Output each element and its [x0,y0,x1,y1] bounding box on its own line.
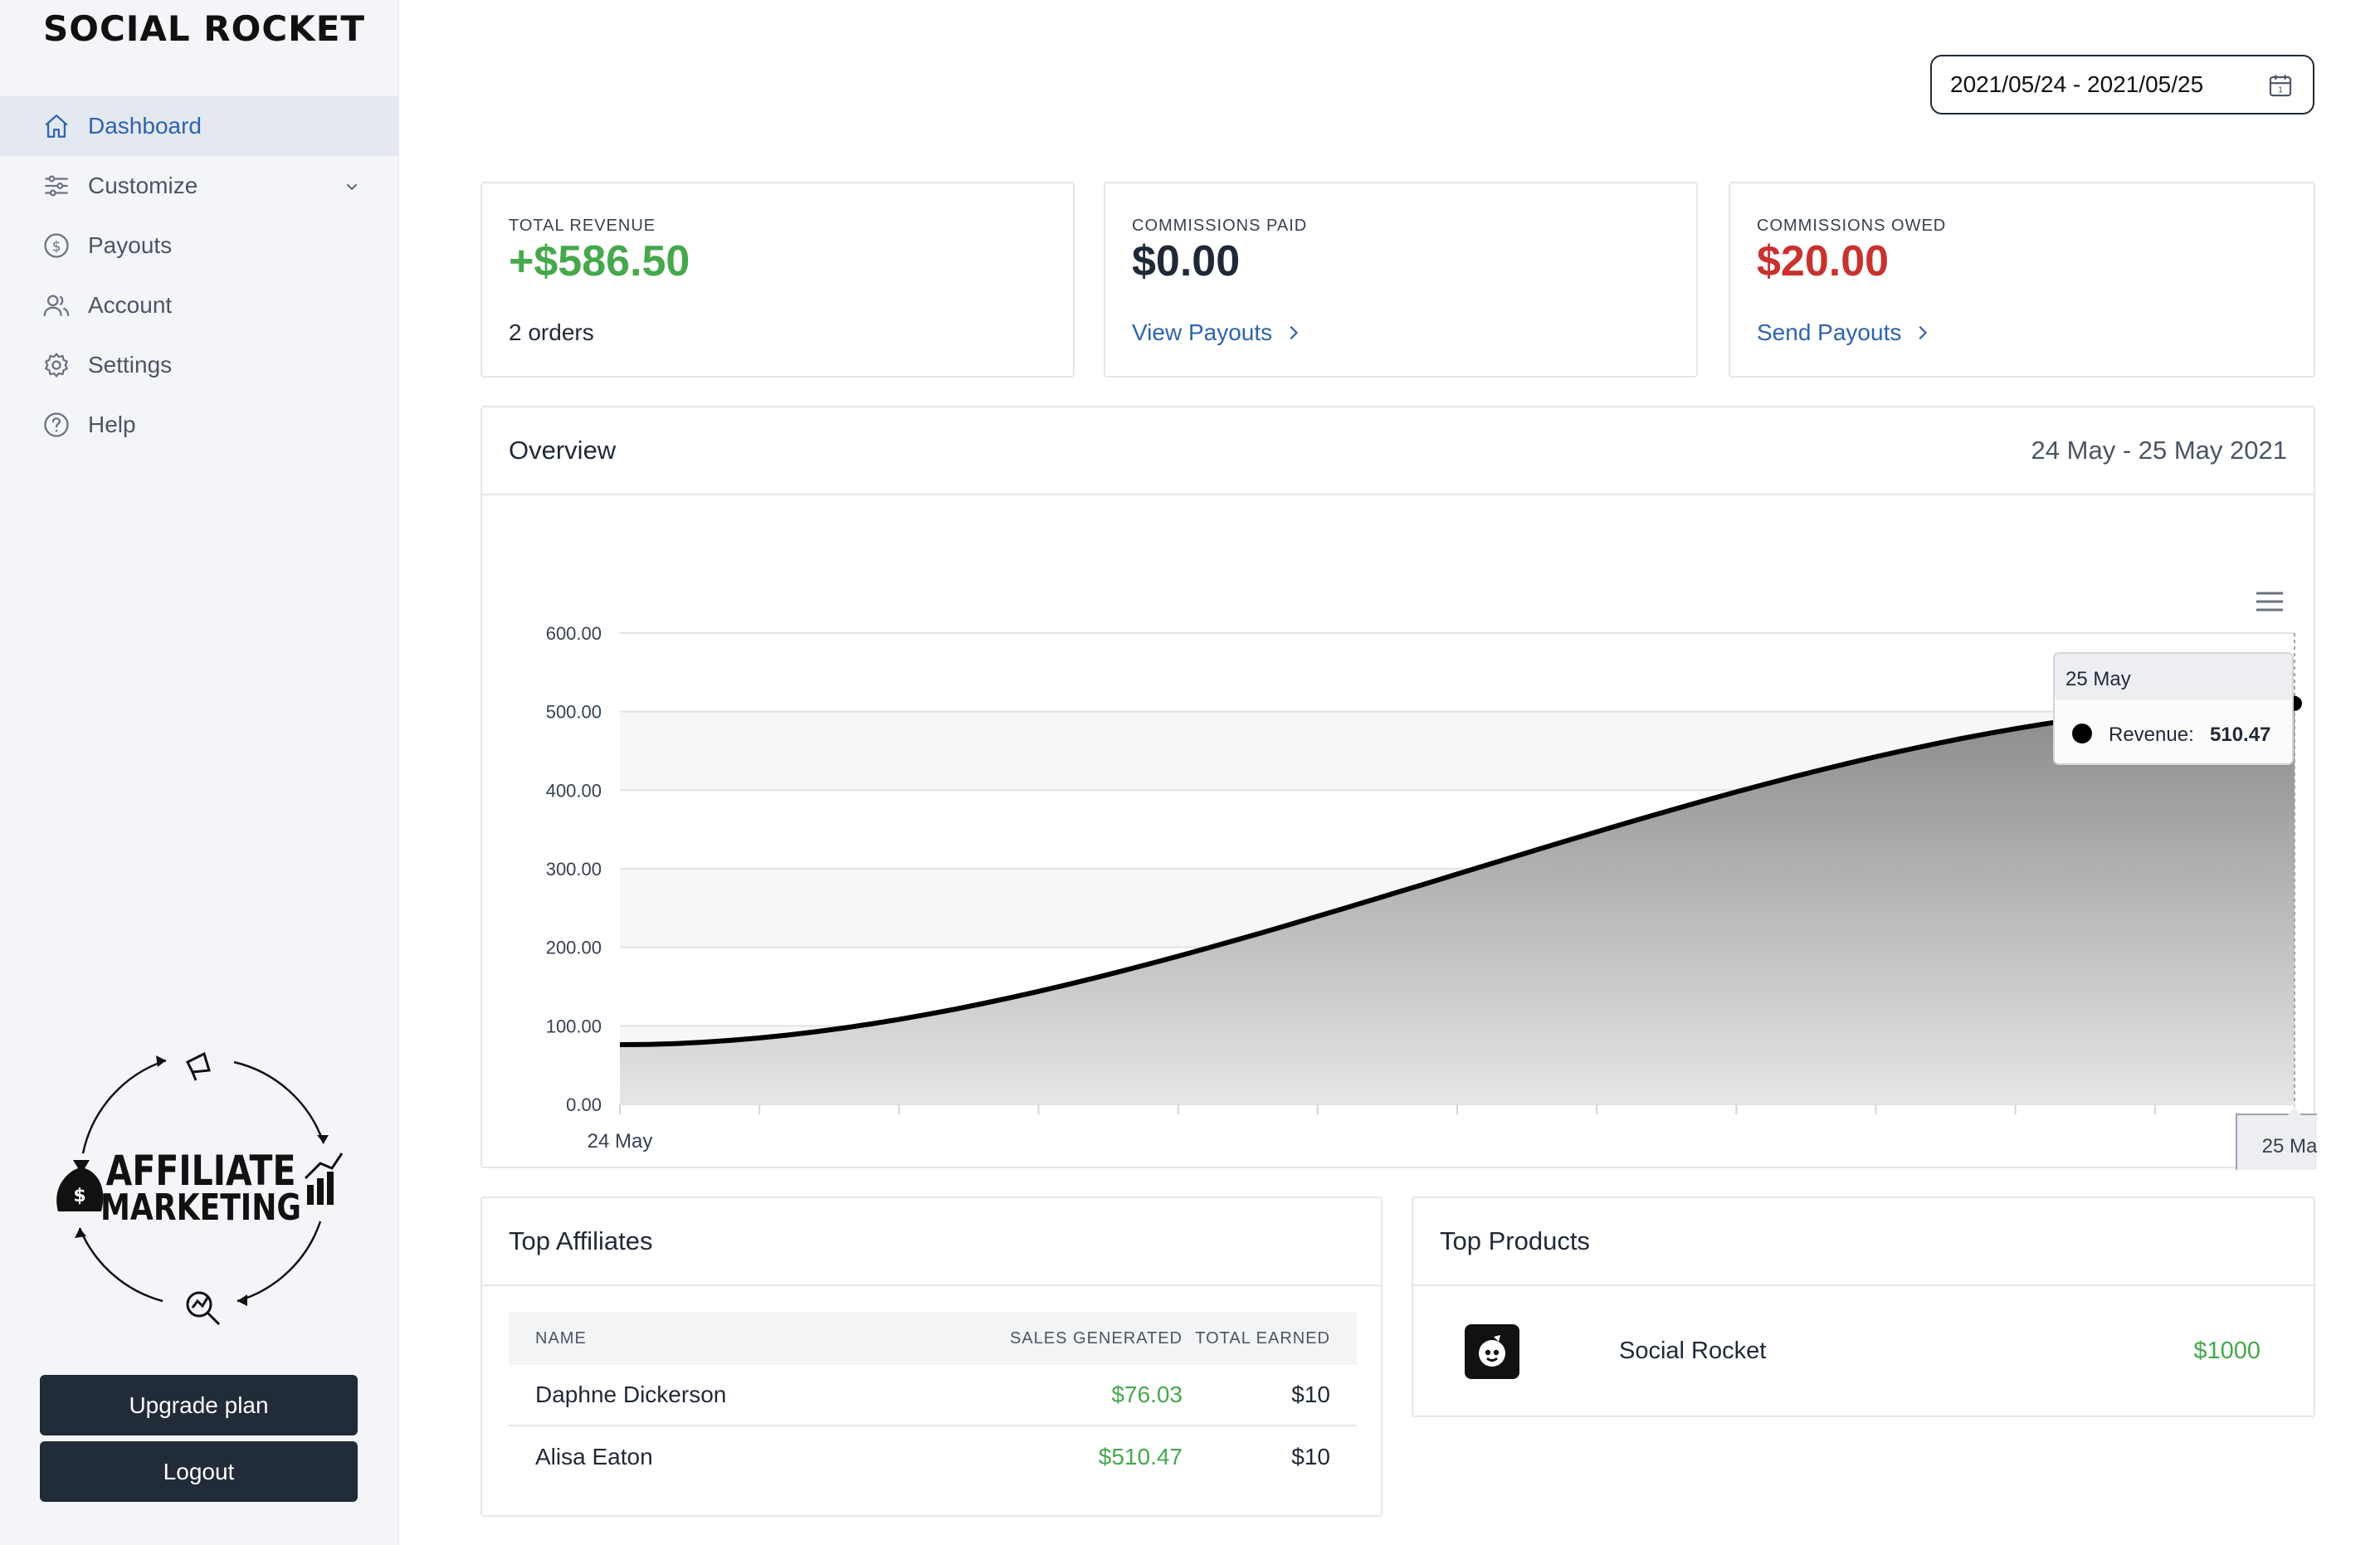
y-tick-label: 0.00 [566,1094,602,1115]
y-tick-label: 600.00 [546,623,602,644]
logout-button[interactable]: Logout [40,1441,358,1502]
sidebar-item-label: Customize [88,173,198,198]
column-header-name[interactable]: NAME [509,1329,934,1348]
y-tick-label: 400.00 [546,780,602,801]
stat-label: COMMISSIONS PAID [1132,217,1308,235]
sidebar-item-help[interactable]: Help [0,395,399,455]
product-name: Social Rocket [1619,1338,1767,1364]
affiliate-marketing-illustration: $ AFFILIATE MARKETING [56,1051,344,1326]
sidebar-item-label: Dashboard [88,113,202,139]
table-header: NAME SALES GENERATED TOTAL EARNED [509,1312,1357,1365]
sliders-icon [41,171,71,201]
top-affiliates-title: Top Affiliates [509,1226,653,1255]
top-products-title: Top Products [1440,1226,1590,1255]
table-row[interactable]: Alisa Eaton $510.47 $10 [509,1426,1357,1488]
product-price: $1000 [2193,1338,2261,1364]
users-icon [41,290,71,320]
money-bag-icon: $ [56,1160,104,1211]
column-header-sales[interactable]: SALES GENERATED [934,1329,1183,1348]
svg-text:$: $ [52,238,61,255]
sidebar-item-settings[interactable]: Settings [0,335,399,395]
send-payouts-link[interactable]: Send Payouts [1757,319,1931,346]
app-logo[interactable]: SOCIAL ROCKET [43,8,365,49]
stat-label: COMMISSIONS OWED [1757,217,1947,235]
upgrade-plan-button[interactable]: Upgrade plan [40,1375,358,1435]
tooltip-label: Revenue: [2109,724,2194,746]
affiliate-name: Alisa Eaton [535,1444,653,1469]
megaphone-icon [185,1051,211,1081]
commissions-paid-card: COMMISSIONS PAID $0.00 View Payouts [1104,182,1698,378]
sidebar-item-dashboard[interactable]: Dashboard [0,96,399,156]
crosshair-x-label: 25 May [2262,1135,2317,1158]
svg-text:$: $ [73,1186,85,1206]
home-icon [41,111,71,141]
growth-chart-icon [304,1153,344,1205]
tooltip-value: 510.47 [2210,724,2270,746]
view-payouts-link[interactable]: View Payouts [1132,319,1302,346]
top-products-header: Top Products [1413,1198,2314,1286]
commissions-owed-value: $20.00 [1757,237,1890,285]
sidebar-item-label: Account [88,292,173,318]
sidebar-nav: Dashboard Customize $ Payouts Account Se… [0,96,399,455]
dollar-circle-icon: $ [41,231,71,261]
total-revenue-value: +$586.50 [509,237,690,285]
link-label: View Payouts [1132,319,1273,345]
gear-icon [41,350,71,380]
revenue-chart[interactable]: 0.00 100.00 200.00 300.00 400.00 500.00 600.00… [482,407,2317,1170]
calendar-icon: 1 [2269,75,2292,97]
svg-text:1: 1 [2278,86,2283,95]
date-range-picker[interactable]: 2021/05/24 - 2021/05/25 1 [1930,55,2314,115]
y-tick-label: 300.00 [546,859,602,880]
overview-panel: Overview 24 May - 25 May 2021 0.00 100.00… [480,406,2317,1170]
product-thumbnail [1465,1324,1519,1379]
stat-label: TOTAL REVENUE [509,217,656,235]
affiliate-earned: $10 [1291,1444,1330,1469]
date-range-value: 2021/05/24 - 2021/05/25 [1950,71,2204,97]
chevron-down-icon[interactable] [343,178,361,196]
total-revenue-card: TOTAL REVENUE +$586.50 2 orders [480,182,1075,378]
sidebar-item-payouts[interactable]: $ Payouts [0,216,399,275]
tooltip-series-marker [2072,724,2092,743]
affiliate-name: Daphne Dickerson [535,1382,727,1407]
sidebar-item-label: Payouts [88,232,173,258]
product-row[interactable]: Social Rocket $1000 [1413,1288,2314,1419]
promo-line-2: MARKETING [100,1187,301,1229]
sidebar-item-customize[interactable]: Customize [0,156,399,216]
top-affiliates-header: Top Affiliates [482,1198,1381,1286]
rocket-logo-icon [1479,1335,1505,1367]
hamburger-icon[interactable] [2256,592,2283,612]
x-tick-label: 24 May [588,1130,653,1153]
affiliates-table: NAME SALES GENERATED TOTAL EARNED Daphne… [509,1312,1357,1488]
affiliate-earned: $10 [1291,1382,1330,1407]
help-circle-icon [41,410,71,440]
affiliate-sales: $76.03 [1111,1382,1183,1407]
y-tick-label: 100.00 [546,1016,602,1036]
sidebar-item-account[interactable]: Account [0,275,399,335]
top-affiliates-panel: Top Affiliates NAME SALES GENERATED TOTA… [480,1197,1383,1517]
orders-count: 2 orders [509,319,594,345]
sidebar-item-label: Help [88,412,136,437]
tooltip-title: 25 May [2065,668,2131,690]
chevron-right-icon [1919,325,1928,340]
affiliate-sales: $510.47 [1098,1444,1183,1469]
y-tick-label: 500.00 [546,702,602,723]
table-row[interactable]: Daphne Dickerson $76.03 $10 [509,1365,1357,1426]
top-products-panel: Top Products Social Rocket $1000 [1412,1197,2315,1417]
link-label: Send Payouts [1757,319,1902,345]
crosshair-label-pointer [2288,1107,2301,1115]
magnifier-icon [186,1291,221,1326]
sidebar-item-label: Settings [88,352,173,378]
column-header-earned[interactable]: TOTAL EARNED [1183,1329,1330,1348]
y-tick-label: 200.00 [546,938,602,958]
chevron-right-icon [1290,325,1299,340]
commissions-paid-value: $0.00 [1132,237,1241,285]
commissions-owed-card: COMMISSIONS OWED $20.00 Send Payouts [1729,182,2315,378]
sidebar: SOCIAL ROCKET Dashboard Customize $ Payo… [0,0,399,1545]
